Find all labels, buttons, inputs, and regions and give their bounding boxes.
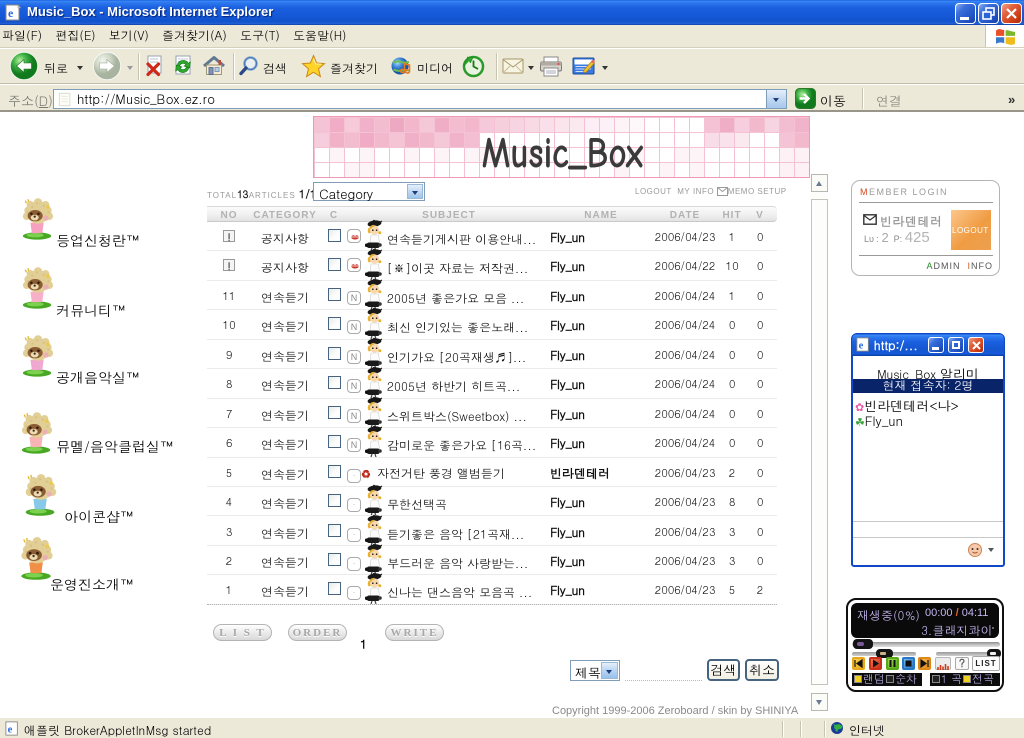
svg-text:e: e	[8, 6, 14, 20]
svg-text:e: e	[8, 724, 13, 735]
svg-text:e: e	[859, 340, 864, 351]
